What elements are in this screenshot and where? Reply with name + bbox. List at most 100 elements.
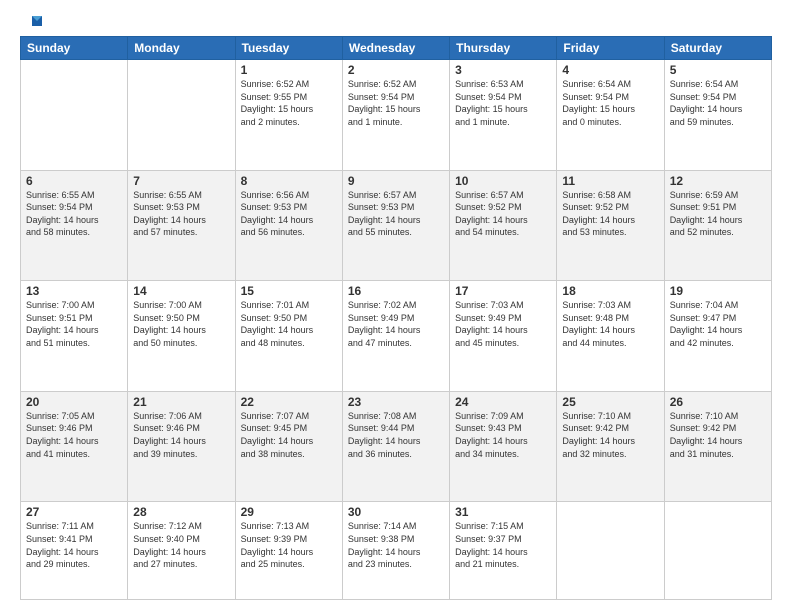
day-number: 31 [455,505,551,519]
day-info: Sunrise: 7:00 AM Sunset: 9:51 PM Dayligh… [26,299,122,349]
calendar-cell: 14Sunrise: 7:00 AM Sunset: 9:50 PM Dayli… [128,281,235,392]
day-info: Sunrise: 6:55 AM Sunset: 9:53 PM Dayligh… [133,189,229,239]
calendar-week-row: 20Sunrise: 7:05 AM Sunset: 9:46 PM Dayli… [21,391,772,502]
calendar-cell: 19Sunrise: 7:04 AM Sunset: 9:47 PM Dayli… [664,281,771,392]
weekday-header: Thursday [450,37,557,60]
day-number: 13 [26,284,122,298]
day-info: Sunrise: 7:08 AM Sunset: 9:44 PM Dayligh… [348,410,444,460]
calendar-table: SundayMondayTuesdayWednesdayThursdayFrid… [20,36,772,600]
weekday-header: Tuesday [235,37,342,60]
day-number: 15 [241,284,337,298]
calendar-cell: 18Sunrise: 7:03 AM Sunset: 9:48 PM Dayli… [557,281,664,392]
day-number: 16 [348,284,444,298]
day-info: Sunrise: 6:57 AM Sunset: 9:52 PM Dayligh… [455,189,551,239]
day-number: 18 [562,284,658,298]
day-number: 17 [455,284,551,298]
calendar-cell: 10Sunrise: 6:57 AM Sunset: 9:52 PM Dayli… [450,170,557,281]
day-number: 23 [348,395,444,409]
calendar-cell: 15Sunrise: 7:01 AM Sunset: 9:50 PM Dayli… [235,281,342,392]
day-info: Sunrise: 7:14 AM Sunset: 9:38 PM Dayligh… [348,520,444,570]
calendar-cell: 8Sunrise: 6:56 AM Sunset: 9:53 PM Daylig… [235,170,342,281]
calendar-cell: 16Sunrise: 7:02 AM Sunset: 9:49 PM Dayli… [342,281,449,392]
calendar-cell [21,60,128,171]
day-info: Sunrise: 6:53 AM Sunset: 9:54 PM Dayligh… [455,78,551,128]
calendar-week-row: 1Sunrise: 6:52 AM Sunset: 9:55 PM Daylig… [21,60,772,171]
calendar-cell: 22Sunrise: 7:07 AM Sunset: 9:45 PM Dayli… [235,391,342,502]
day-info: Sunrise: 6:55 AM Sunset: 9:54 PM Dayligh… [26,189,122,239]
calendar-cell [664,502,771,600]
calendar-cell: 27Sunrise: 7:11 AM Sunset: 9:41 PM Dayli… [21,502,128,600]
day-number: 6 [26,174,122,188]
day-info: Sunrise: 6:58 AM Sunset: 9:52 PM Dayligh… [562,189,658,239]
day-info: Sunrise: 7:00 AM Sunset: 9:50 PM Dayligh… [133,299,229,349]
day-info: Sunrise: 7:03 AM Sunset: 9:48 PM Dayligh… [562,299,658,349]
day-number: 20 [26,395,122,409]
day-info: Sunrise: 7:09 AM Sunset: 9:43 PM Dayligh… [455,410,551,460]
day-number: 9 [348,174,444,188]
calendar-cell [128,60,235,171]
day-number: 8 [241,174,337,188]
day-info: Sunrise: 6:56 AM Sunset: 9:53 PM Dayligh… [241,189,337,239]
calendar-week-row: 6Sunrise: 6:55 AM Sunset: 9:54 PM Daylig… [21,170,772,281]
day-number: 24 [455,395,551,409]
day-info: Sunrise: 7:15 AM Sunset: 9:37 PM Dayligh… [455,520,551,570]
calendar-cell: 3Sunrise: 6:53 AM Sunset: 9:54 PM Daylig… [450,60,557,171]
day-number: 4 [562,63,658,77]
calendar-cell: 2Sunrise: 6:52 AM Sunset: 9:54 PM Daylig… [342,60,449,171]
calendar-cell: 30Sunrise: 7:14 AM Sunset: 9:38 PM Dayli… [342,502,449,600]
calendar-cell: 1Sunrise: 6:52 AM Sunset: 9:55 PM Daylig… [235,60,342,171]
page: SundayMondayTuesdayWednesdayThursdayFrid… [0,0,792,612]
calendar-week-row: 13Sunrise: 7:00 AM Sunset: 9:51 PM Dayli… [21,281,772,392]
day-info: Sunrise: 7:12 AM Sunset: 9:40 PM Dayligh… [133,520,229,570]
day-info: Sunrise: 6:57 AM Sunset: 9:53 PM Dayligh… [348,189,444,239]
calendar-header-row: SundayMondayTuesdayWednesdayThursdayFrid… [21,37,772,60]
calendar-cell: 13Sunrise: 7:00 AM Sunset: 9:51 PM Dayli… [21,281,128,392]
day-number: 10 [455,174,551,188]
calendar-cell: 5Sunrise: 6:54 AM Sunset: 9:54 PM Daylig… [664,60,771,171]
calendar-cell: 25Sunrise: 7:10 AM Sunset: 9:42 PM Dayli… [557,391,664,502]
calendar-cell: 11Sunrise: 6:58 AM Sunset: 9:52 PM Dayli… [557,170,664,281]
logo-flag-icon [22,16,42,32]
day-number: 11 [562,174,658,188]
day-info: Sunrise: 7:10 AM Sunset: 9:42 PM Dayligh… [670,410,766,460]
day-number: 12 [670,174,766,188]
day-number: 22 [241,395,337,409]
day-info: Sunrise: 7:05 AM Sunset: 9:46 PM Dayligh… [26,410,122,460]
day-info: Sunrise: 6:52 AM Sunset: 9:55 PM Dayligh… [241,78,337,128]
day-info: Sunrise: 6:54 AM Sunset: 9:54 PM Dayligh… [670,78,766,128]
day-info: Sunrise: 7:13 AM Sunset: 9:39 PM Dayligh… [241,520,337,570]
calendar-cell: 17Sunrise: 7:03 AM Sunset: 9:49 PM Dayli… [450,281,557,392]
day-number: 21 [133,395,229,409]
day-number: 29 [241,505,337,519]
calendar-cell: 28Sunrise: 7:12 AM Sunset: 9:40 PM Dayli… [128,502,235,600]
calendar-cell: 24Sunrise: 7:09 AM Sunset: 9:43 PM Dayli… [450,391,557,502]
calendar-cell: 4Sunrise: 6:54 AM Sunset: 9:54 PM Daylig… [557,60,664,171]
day-info: Sunrise: 6:52 AM Sunset: 9:54 PM Dayligh… [348,78,444,128]
day-number: 3 [455,63,551,77]
day-number: 1 [241,63,337,77]
weekday-header: Sunday [21,37,128,60]
day-info: Sunrise: 7:03 AM Sunset: 9:49 PM Dayligh… [455,299,551,349]
calendar-cell: 21Sunrise: 7:06 AM Sunset: 9:46 PM Dayli… [128,391,235,502]
calendar-cell [557,502,664,600]
day-info: Sunrise: 7:10 AM Sunset: 9:42 PM Dayligh… [562,410,658,460]
header [20,16,772,28]
day-number: 25 [562,395,658,409]
calendar-cell: 6Sunrise: 6:55 AM Sunset: 9:54 PM Daylig… [21,170,128,281]
day-number: 5 [670,63,766,77]
day-number: 14 [133,284,229,298]
day-info: Sunrise: 7:01 AM Sunset: 9:50 PM Dayligh… [241,299,337,349]
day-info: Sunrise: 7:02 AM Sunset: 9:49 PM Dayligh… [348,299,444,349]
day-number: 26 [670,395,766,409]
day-number: 7 [133,174,229,188]
calendar-cell: 9Sunrise: 6:57 AM Sunset: 9:53 PM Daylig… [342,170,449,281]
weekday-header: Monday [128,37,235,60]
day-number: 30 [348,505,444,519]
day-info: Sunrise: 7:07 AM Sunset: 9:45 PM Dayligh… [241,410,337,460]
day-number: 28 [133,505,229,519]
day-number: 27 [26,505,122,519]
weekday-header: Friday [557,37,664,60]
day-info: Sunrise: 7:06 AM Sunset: 9:46 PM Dayligh… [133,410,229,460]
day-info: Sunrise: 6:54 AM Sunset: 9:54 PM Dayligh… [562,78,658,128]
calendar-cell: 31Sunrise: 7:15 AM Sunset: 9:37 PM Dayli… [450,502,557,600]
